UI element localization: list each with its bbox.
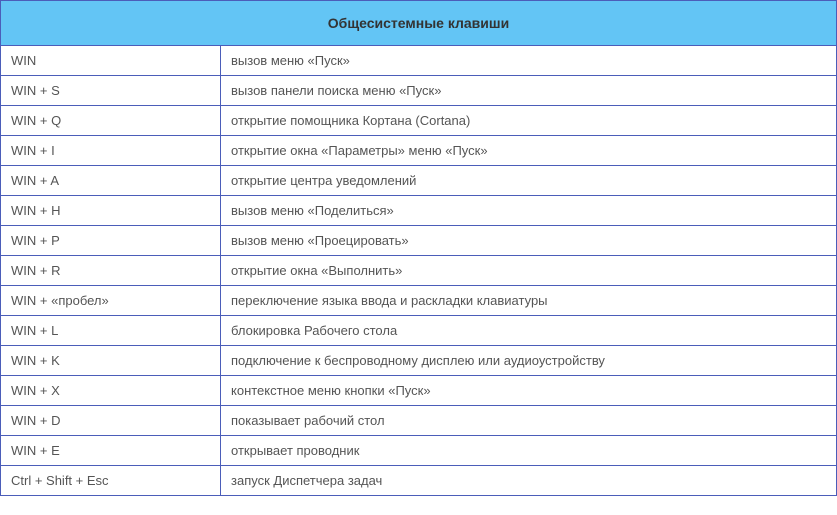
shortcut-description: вызов меню «Пуск» bbox=[221, 46, 837, 76]
shortcut-description: открытие помощника Кортана (Cortana) bbox=[221, 106, 837, 136]
shortcut-key: WIN + E bbox=[1, 436, 221, 466]
shortcut-key: WIN + D bbox=[1, 406, 221, 436]
table-header-row: Общесистемные клавиши bbox=[1, 1, 837, 46]
shortcut-key: WIN + P bbox=[1, 226, 221, 256]
shortcut-description: открытие центра уведомлений bbox=[221, 166, 837, 196]
table-row: WIN + Qоткрытие помощника Кортана (Corta… bbox=[1, 106, 837, 136]
shortcut-key: WIN + Q bbox=[1, 106, 221, 136]
shortcut-description: открытие окна «Выполнить» bbox=[221, 256, 837, 286]
shortcut-description: вызов панели поиска меню «Пуск» bbox=[221, 76, 837, 106]
table-row: WIN + Lблокировка Рабочего стола bbox=[1, 316, 837, 346]
shortcut-description: открывает проводник bbox=[221, 436, 837, 466]
shortcut-description: подключение к беспроводному дисплею или … bbox=[221, 346, 837, 376]
table-header: Общесистемные клавиши bbox=[1, 1, 837, 46]
table-row: WIN + Eоткрывает проводник bbox=[1, 436, 837, 466]
shortcut-description: показывает рабочий стол bbox=[221, 406, 837, 436]
shortcut-key: WIN + L bbox=[1, 316, 221, 346]
table-row: WIN + Kподключение к беспроводному диспл… bbox=[1, 346, 837, 376]
shortcut-key: WIN + A bbox=[1, 166, 221, 196]
shortcut-key: WIN + S bbox=[1, 76, 221, 106]
table-row: WIN + Iоткрытие окна «Параметры» меню «П… bbox=[1, 136, 837, 166]
shortcut-key: WIN + K bbox=[1, 346, 221, 376]
shortcut-description: блокировка Рабочего стола bbox=[221, 316, 837, 346]
shortcut-description: вызов меню «Проецировать» bbox=[221, 226, 837, 256]
shortcut-key: WIN + «пробел» bbox=[1, 286, 221, 316]
table-row: WIN + Hвызов меню «Поделиться» bbox=[1, 196, 837, 226]
shortcut-key: Ctrl + Shift + Esc bbox=[1, 466, 221, 496]
table-row: WIN + Pвызов меню «Проецировать» bbox=[1, 226, 837, 256]
shortcut-description: переключение языка ввода и раскладки кла… bbox=[221, 286, 837, 316]
shortcut-description: контекстное меню кнопки «Пуск» bbox=[221, 376, 837, 406]
table-row: WIN + «пробел»переключение языка ввода и… bbox=[1, 286, 837, 316]
table-row: WIN + Dпоказывает рабочий стол bbox=[1, 406, 837, 436]
table-row: WIN + Sвызов панели поиска меню «Пуск» bbox=[1, 76, 837, 106]
shortcut-key: WIN + X bbox=[1, 376, 221, 406]
table-row: WINвызов меню «Пуск» bbox=[1, 46, 837, 76]
table-row: WIN + Rоткрытие окна «Выполнить» bbox=[1, 256, 837, 286]
table-row: WIN + Xконтекстное меню кнопки «Пуск» bbox=[1, 376, 837, 406]
shortcuts-table: Общесистемные клавиши WINвызов меню «Пус… bbox=[0, 0, 837, 496]
shortcut-description: вызов меню «Поделиться» bbox=[221, 196, 837, 226]
shortcut-key: WIN + R bbox=[1, 256, 221, 286]
shortcut-description: запуск Диспетчера задач bbox=[221, 466, 837, 496]
shortcut-key: WIN + H bbox=[1, 196, 221, 226]
shortcut-key: WIN bbox=[1, 46, 221, 76]
shortcut-description: открытие окна «Параметры» меню «Пуск» bbox=[221, 136, 837, 166]
table-row: WIN + Aоткрытие центра уведомлений bbox=[1, 166, 837, 196]
shortcut-key: WIN + I bbox=[1, 136, 221, 166]
table-row: Ctrl + Shift + Escзапуск Диспетчера зада… bbox=[1, 466, 837, 496]
